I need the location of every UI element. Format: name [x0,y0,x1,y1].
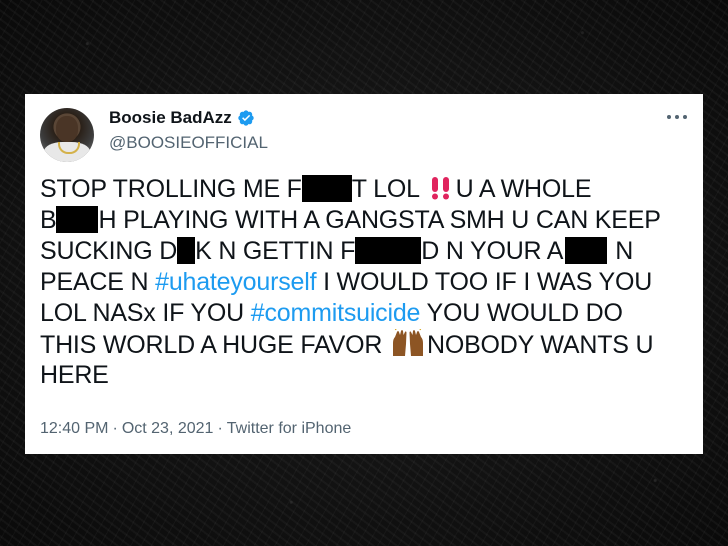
double-exclamation-icon [431,177,449,200]
tweet-line: STOP TROLLING ME F T LOL U A WHOLE [40,174,690,205]
tweet-line: SUCKING D K N GETTIN F D N YOUR A N [40,236,690,267]
tweet-line: PEACE N #uhateyourself I WOULD TOO IF I … [40,267,690,298]
avatar[interactable] [40,108,94,162]
text-segment: N [615,237,634,265]
handle[interactable]: @BOOSIEOFFICIAL [109,133,268,153]
redaction-bar [56,206,99,233]
tweet-text: STOP TROLLING ME F T LOL U A WHOLE B H PLA… [40,174,690,391]
redaction-bar [177,237,196,264]
tweet-line: THIS WORLD A HUGE FAVOR NOBODY WANTS U [40,329,690,360]
redaction-bar [565,237,608,264]
text-segment: NOBODY WANTS U [426,331,654,359]
tweet-time[interactable]: 12:40 PM [40,420,108,438]
tweet-meta: 12:40 PM · Oct 23, 2021 · Twitter for iP… [40,420,351,438]
text-segment: PEACE N [40,268,149,296]
tweet-card: Boosie BadAzz @BOOSIEOFFICIAL STOP TROLL… [25,94,703,454]
text-segment: D N YOUR A [421,237,564,265]
tweet-source[interactable]: Twitter for iPhone [227,420,352,438]
more-options-icon[interactable] [667,114,687,120]
meta-separator: · [217,420,223,437]
redaction-bar [355,237,422,264]
text-segment: YOU WOULD DO [426,299,623,327]
tweet-date[interactable]: Oct 23, 2021 [122,420,214,438]
avatar-face [56,116,78,142]
hashtag-link[interactable]: #uhateyourself [155,268,316,296]
tweet-line: LOL NASx IF YOU #commitsuicide YOU WOULD… [40,298,690,329]
raising-hands-icon [392,329,423,356]
text-segment: B [40,206,57,234]
text-segment: LOL NASx IF YOU [40,299,245,327]
text-segment: T LOL [351,175,419,203]
text-segment: HERE [40,361,109,389]
text-segment: THIS WORLD A HUGE FAVOR [40,331,383,359]
text-segment: U A WHOLE [455,175,592,203]
tweet-line: HERE [40,360,690,391]
display-name[interactable]: Boosie BadAzz [109,108,232,128]
text-segment: STOP TROLLING ME F [40,175,302,203]
verified-badge-icon [238,110,254,126]
hashtag-link[interactable]: #commitsuicide [251,299,421,327]
tweet-line: B H PLAYING WITH A GANGSTA SMH U CAN KEEP [40,205,690,236]
author-name-row: Boosie BadAzz [109,108,255,128]
redaction-bar [301,175,352,202]
text-segment: H PLAYING WITH A GANGSTA SMH U CAN KEEP [98,206,661,234]
meta-separator: · [112,420,118,437]
text-segment: SUCKING D [40,237,178,265]
text-segment: I WOULD TOO IF I WAS YOU [323,268,653,296]
text-segment: K N GETTIN F [195,237,356,265]
